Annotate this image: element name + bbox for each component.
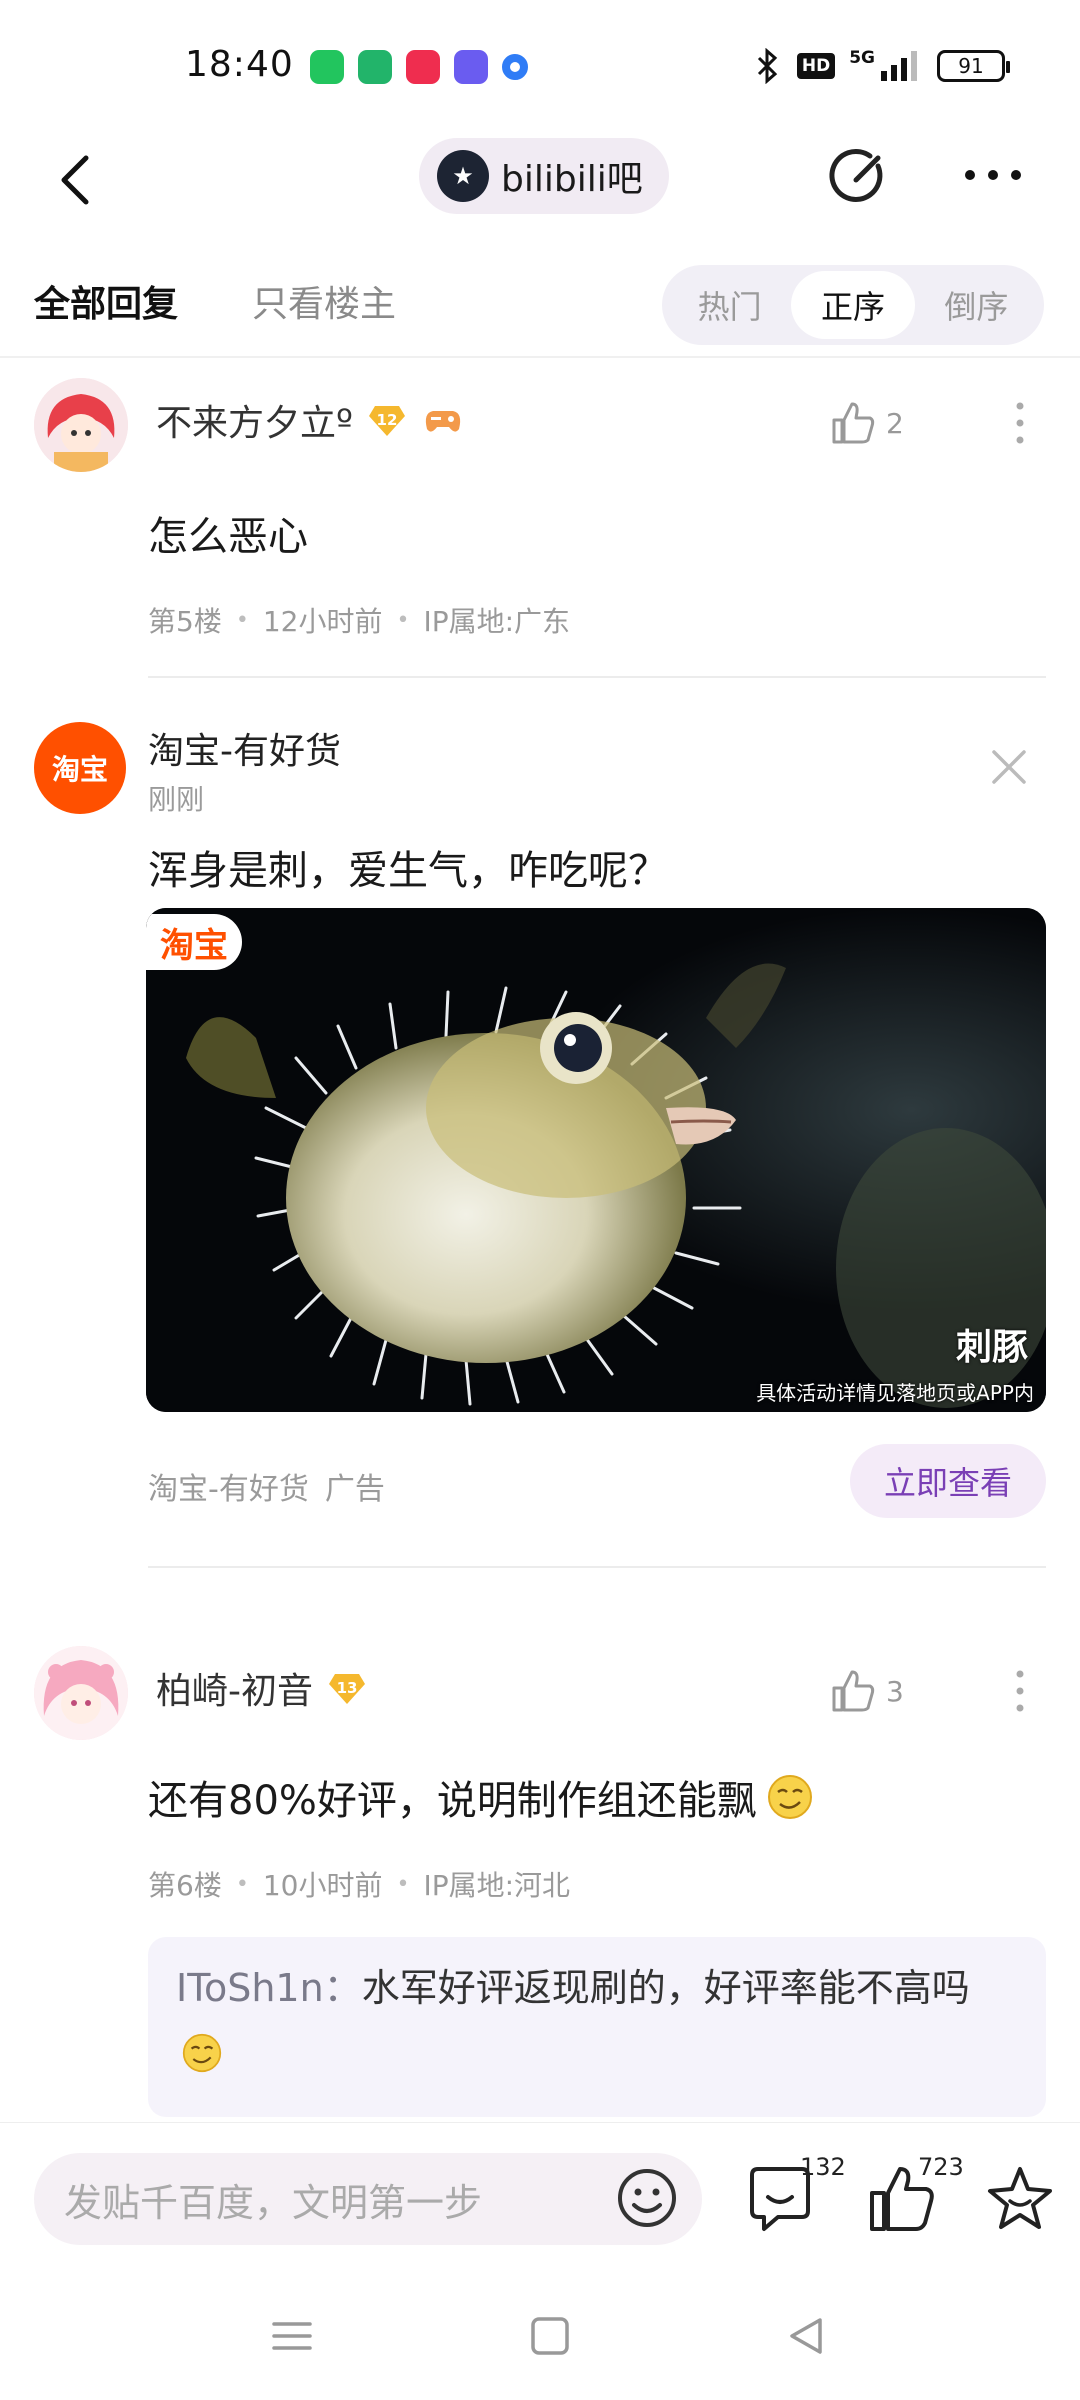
post-content: 还有80%好评，说明制作组还能飘 bbox=[148, 1778, 757, 1824]
status-indicators: HD 5G 91 bbox=[753, 48, 1010, 84]
post-time: 12小时前 bbox=[262, 605, 383, 638]
comment-count: 132 bbox=[800, 2153, 846, 2181]
level-badge: 13 bbox=[327, 1670, 367, 1706]
ad-cta-button[interactable]: 立即查看 bbox=[850, 1444, 1046, 1518]
like-button[interactable]: 3 bbox=[830, 1668, 904, 1714]
floor-number: 第5楼 bbox=[148, 605, 222, 638]
smirk-emoji-icon bbox=[767, 1775, 812, 1819]
like-count: 723 bbox=[918, 2153, 964, 2181]
signal-icon bbox=[881, 51, 917, 81]
separator-dot: • bbox=[235, 607, 249, 633]
back-arrow-icon[interactable] bbox=[46, 148, 106, 212]
post-content: 怎么恶心 bbox=[148, 514, 308, 560]
system-navigation-bar bbox=[0, 2272, 1080, 2400]
post-meta: 第6楼 • 10小时前 • IP属地:河北 bbox=[148, 1864, 570, 1904]
like-button[interactable]: 2 bbox=[830, 400, 904, 446]
ip-location: IP属地:河北 bbox=[423, 1869, 571, 1902]
app-notification-icon bbox=[502, 54, 528, 80]
home-icon[interactable] bbox=[528, 2314, 572, 2358]
username-row: 不来方夕立º 12 bbox=[156, 394, 465, 446]
reply-input[interactable]: 发贴千百度，文明第一步 bbox=[34, 2153, 702, 2245]
avatar[interactable] bbox=[34, 1646, 128, 1740]
video-notification-icon bbox=[406, 50, 440, 84]
ad-advertiser-name[interactable]: 淘宝-有好货 bbox=[148, 722, 341, 774]
separator-dot: • bbox=[396, 1871, 410, 1897]
status-time: 18:40 bbox=[185, 44, 294, 85]
smirk-emoji-icon bbox=[182, 2033, 222, 2073]
app-notification-icon bbox=[454, 50, 488, 84]
status-notification-icons bbox=[310, 50, 528, 84]
post-meta: 第5楼 • 12小时前 • IP属地:广东 bbox=[148, 600, 570, 640]
like-count: 3 bbox=[886, 1674, 904, 1708]
gamepad-badge-icon bbox=[425, 411, 461, 432]
ad-image-caption: 刺豚 bbox=[955, 1327, 1028, 1368]
username[interactable]: 柏崎-初音 bbox=[156, 1662, 313, 1714]
close-icon[interactable] bbox=[990, 748, 1028, 786]
post-content-row: 还有80%好评，说明制作组还能飘 bbox=[148, 1768, 813, 1826]
avatar-image bbox=[34, 1646, 128, 1740]
app-notification-icon bbox=[310, 50, 344, 84]
forum-name: bilibili吧 bbox=[501, 159, 643, 200]
share-edit-icon[interactable] bbox=[826, 144, 892, 210]
ad-disclaimer: 具体活动详情见落地页或APP内 bbox=[756, 1381, 1034, 1405]
ip-location: IP属地:广东 bbox=[423, 605, 571, 638]
bottom-action-bar: 发贴千百度，文明第一步 132 723 bbox=[0, 2122, 1080, 2272]
sub-reply-text: 水军好评返现刷的，好评率能不高吗 bbox=[361, 1966, 970, 2010]
sort-toggle: 热门 正序 倒序 bbox=[662, 265, 1044, 345]
post-menu-icon[interactable] bbox=[1010, 400, 1030, 446]
tab-all-replies[interactable]: 全部回复 bbox=[34, 275, 178, 327]
level-number: 13 bbox=[336, 1679, 358, 1697]
username[interactable]: 不来方夕立º bbox=[156, 394, 353, 446]
ad-time: 刚刚 bbox=[148, 783, 205, 816]
level-badge: 12 bbox=[367, 402, 407, 438]
network-type: 5G bbox=[849, 48, 875, 68]
taobao-logo[interactable]: 淘宝 bbox=[34, 722, 126, 814]
divider bbox=[148, 676, 1046, 678]
thumbs-up-icon bbox=[832, 1670, 875, 1712]
forum-avatar: ★ bbox=[437, 150, 489, 202]
sort-descending[interactable]: 倒序 bbox=[915, 271, 1038, 339]
menu-icon[interactable] bbox=[270, 2314, 314, 2358]
emoji-icon[interactable] bbox=[612, 2163, 682, 2233]
level-number: 12 bbox=[376, 411, 398, 429]
top-navigation: ★ bilibili吧 bbox=[0, 130, 1080, 230]
divider bbox=[0, 356, 1080, 358]
status-bar: 18:40 HD 5G 91 bbox=[0, 0, 1080, 130]
like-count: 2 bbox=[886, 406, 904, 440]
forum-title-pill[interactable]: ★ bilibili吧 bbox=[419, 138, 669, 214]
battery-level: 91 bbox=[958, 54, 984, 78]
pufferfish-image bbox=[146, 908, 1046, 1412]
ad-footer-advertiser: 淘宝-有好货 bbox=[148, 1472, 309, 1507]
ad-headline: 浑身是刺，爱生气，咋吃呢？ bbox=[148, 848, 668, 894]
back-icon[interactable] bbox=[784, 2314, 828, 2358]
battery-icon: 91 bbox=[937, 50, 1010, 82]
sub-reply-box[interactable]: IToSh1n：水军好评返现刷的，好评率能不高吗 bbox=[148, 1937, 1046, 2117]
avatar-image bbox=[34, 378, 128, 472]
star-favorite-icon[interactable] bbox=[982, 2161, 1058, 2237]
message-notification-icon bbox=[358, 50, 392, 84]
ad-image-brand: 淘宝 bbox=[146, 914, 242, 970]
ad-tag: 广告 bbox=[324, 1472, 385, 1507]
tab-op-only[interactable]: 只看楼主 bbox=[252, 275, 396, 327]
username-row: 柏崎-初音 13 bbox=[156, 1662, 367, 1714]
separator-dot: • bbox=[235, 1871, 249, 1897]
more-options-icon[interactable] bbox=[962, 160, 1024, 190]
separator-dot: • bbox=[396, 607, 410, 633]
sub-reply-username[interactable]: IToSh1n： bbox=[176, 1966, 362, 2010]
ad-footer: 淘宝-有好货 广告 bbox=[148, 1464, 385, 1508]
thumbs-up-icon bbox=[832, 402, 875, 444]
sort-hot[interactable]: 热门 bbox=[668, 271, 791, 339]
divider bbox=[148, 1566, 1046, 1568]
post-menu-icon[interactable] bbox=[1010, 1668, 1030, 1714]
ad-image[interactable]: 淘宝 刺豚 具体活动详情见落地页或APP内 bbox=[146, 908, 1046, 1412]
avatar[interactable] bbox=[34, 378, 128, 472]
bluetooth-icon bbox=[757, 48, 778, 84]
reply-filter-bar: 全部回复 只看楼主 热门 正序 倒序 bbox=[0, 255, 1080, 355]
floor-number: 第6楼 bbox=[148, 1869, 222, 1902]
post-time: 10小时前 bbox=[262, 1869, 383, 1902]
sort-ascending[interactable]: 正序 bbox=[791, 271, 915, 339]
hd-badge: HD bbox=[796, 53, 836, 79]
